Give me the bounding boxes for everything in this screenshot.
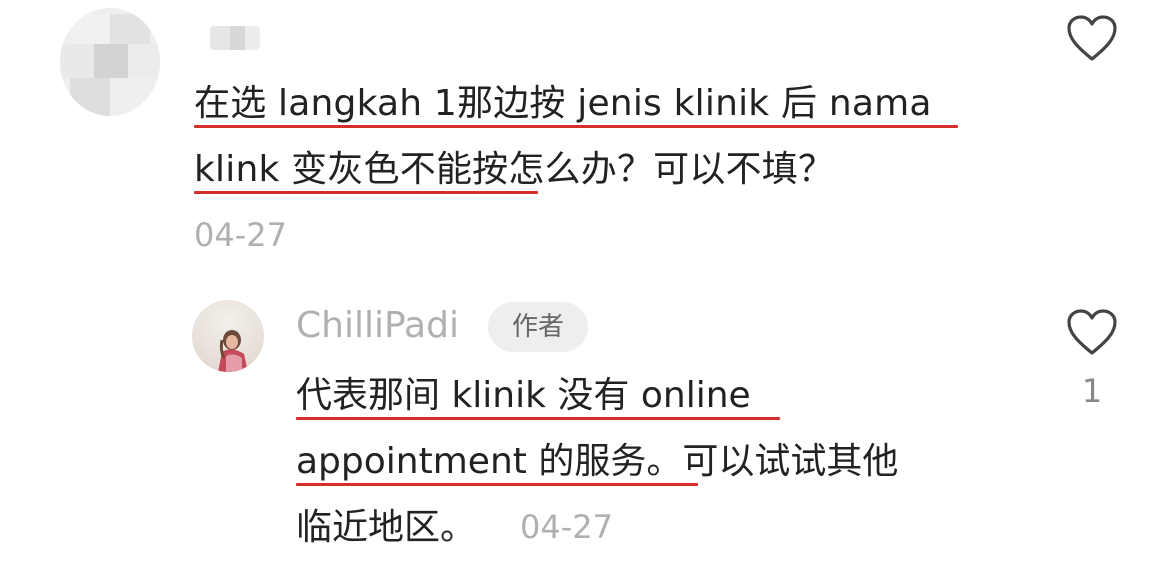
reply-text-line-2: appointment 的服务。可以试试其他 bbox=[296, 441, 899, 482]
comment-underline-1 bbox=[194, 125, 958, 128]
comment-text-line-1: 在选 langkah 1那边按 jenis klinik 后 nama bbox=[194, 83, 932, 124]
reply-text-line-1: 代表那间 klinik 没有 online bbox=[296, 375, 751, 416]
reply-author-name[interactable]: ChilliPadi bbox=[296, 300, 459, 352]
commenter-avatar[interactable] bbox=[60, 8, 160, 116]
reply-underline-1 bbox=[296, 417, 780, 420]
comment-date: 04-27 bbox=[194, 216, 287, 254]
reply-underline-2 bbox=[296, 483, 698, 486]
comment-text-line-2: klink 变灰色不能按怎么办？可以不填？ bbox=[194, 149, 835, 190]
comment-underline-2 bbox=[194, 191, 538, 194]
reply-author-avatar[interactable] bbox=[192, 300, 264, 372]
reply-heart-outline-icon[interactable] bbox=[1066, 308, 1118, 356]
author-badge: 作者 bbox=[488, 302, 588, 352]
commenter-name-blurred[interactable] bbox=[210, 26, 260, 50]
reply-date: 04-27 bbox=[520, 508, 613, 546]
reply-text-line-3: 临近地区。 bbox=[296, 507, 477, 548]
heart-outline-icon[interactable] bbox=[1066, 14, 1118, 62]
reply-like-count: 1 bbox=[1081, 372, 1103, 410]
